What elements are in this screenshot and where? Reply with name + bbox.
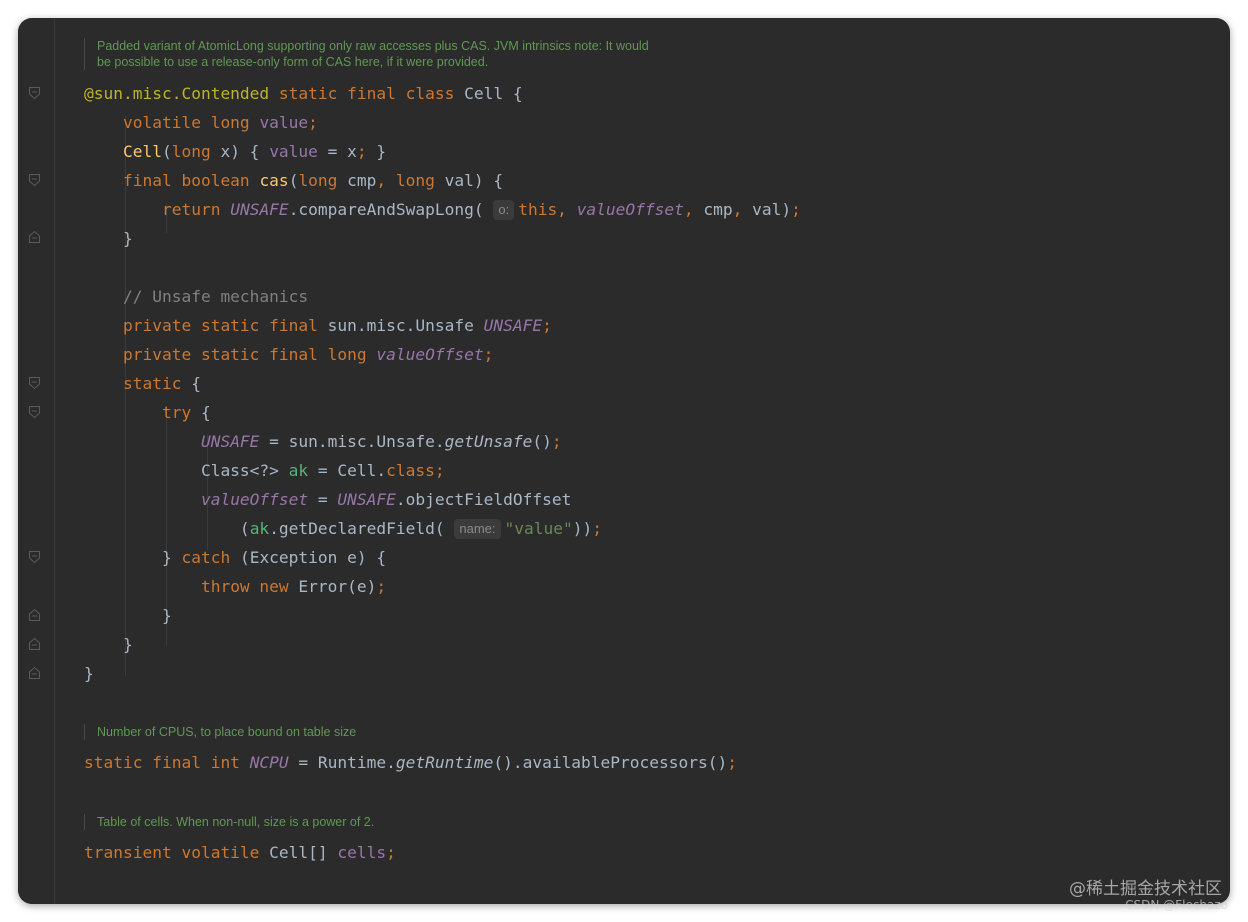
param-hint: o: (493, 200, 515, 220)
watermark-author: CSDN @Flechazo (1125, 898, 1228, 912)
doc-comment: Table of cells. When non-null, size is a… (84, 814, 374, 830)
param-hint: name: (454, 519, 501, 539)
code-line: Cell(long x) { value = x; } (122, 142, 387, 161)
code-line: @sun.misc.Contended static final class C… (84, 84, 523, 103)
code-line: try { (161, 403, 211, 422)
code-block-cell-class[interactable]: @sun.misc.Contended static final class C… (84, 79, 801, 688)
editor-gutter (18, 18, 50, 904)
code-line: } (84, 664, 94, 683)
doc-comment-line: Number of CPUS, to place bound on table … (97, 725, 357, 739)
code-line: return UNSAFE.compareAndSwapLong( o: this… (161, 200, 801, 220)
fold-close-icon[interactable] (29, 638, 40, 650)
code-editor-window: Padded variant of AtomicLong supporting … (18, 18, 1230, 904)
code-line: throw new Error(e); (200, 577, 387, 596)
gutter-separator (54, 18, 55, 904)
code-line: (ak.getDeclaredField( name: "value")); (84, 519, 602, 539)
doc-comment-line: be possible to use a release-only form o… (97, 55, 489, 69)
code-line: } catch (Exception e) { (84, 548, 387, 567)
doc-comment: Padded variant of AtomicLong supporting … (84, 38, 649, 70)
fold-close-icon[interactable] (29, 667, 40, 679)
code-line: static { (122, 374, 201, 393)
code-line: Class<?> ak = Cell.class; (84, 461, 445, 480)
fold-open-icon[interactable] (29, 377, 40, 389)
doc-comment-line: Padded variant of AtomicLong supporting … (97, 39, 649, 53)
code-line: UNSAFE = sun.misc.Unsafe.getUnsafe(); (200, 432, 562, 451)
fold-open-icon[interactable] (29, 87, 40, 99)
doc-comment: Number of CPUS, to place bound on table … (84, 724, 356, 740)
code-line: volatile long value; (122, 113, 318, 132)
code-line: } (84, 635, 133, 654)
watermark-text: @稀土掘金技术社区 (1069, 879, 1222, 899)
code-line: private static final long valueOffset; (122, 345, 494, 364)
fold-open-icon[interactable] (29, 406, 40, 418)
code-line-cells[interactable]: transient volatile Cell[] cells; (84, 838, 396, 867)
code-line-ncpu[interactable]: static final int NCPU = Runtime.getRunti… (84, 748, 737, 777)
code-line: valueOffset = UNSAFE.objectFieldOffset (200, 490, 572, 509)
fold-close-icon[interactable] (29, 609, 40, 621)
code-line: final boolean cas(long cmp, long val) { (122, 171, 504, 190)
fold-close-icon[interactable] (29, 231, 40, 243)
doc-comment-line: Table of cells. When non-null, size is a… (97, 815, 375, 829)
code-line: // Unsafe mechanics (122, 287, 309, 306)
fold-open-icon[interactable] (29, 174, 40, 186)
fold-open-icon[interactable] (29, 551, 40, 563)
code-line: } (84, 606, 172, 625)
code-line: } (84, 229, 133, 248)
code-line: private static final sun.misc.Unsafe UNS… (122, 316, 552, 335)
